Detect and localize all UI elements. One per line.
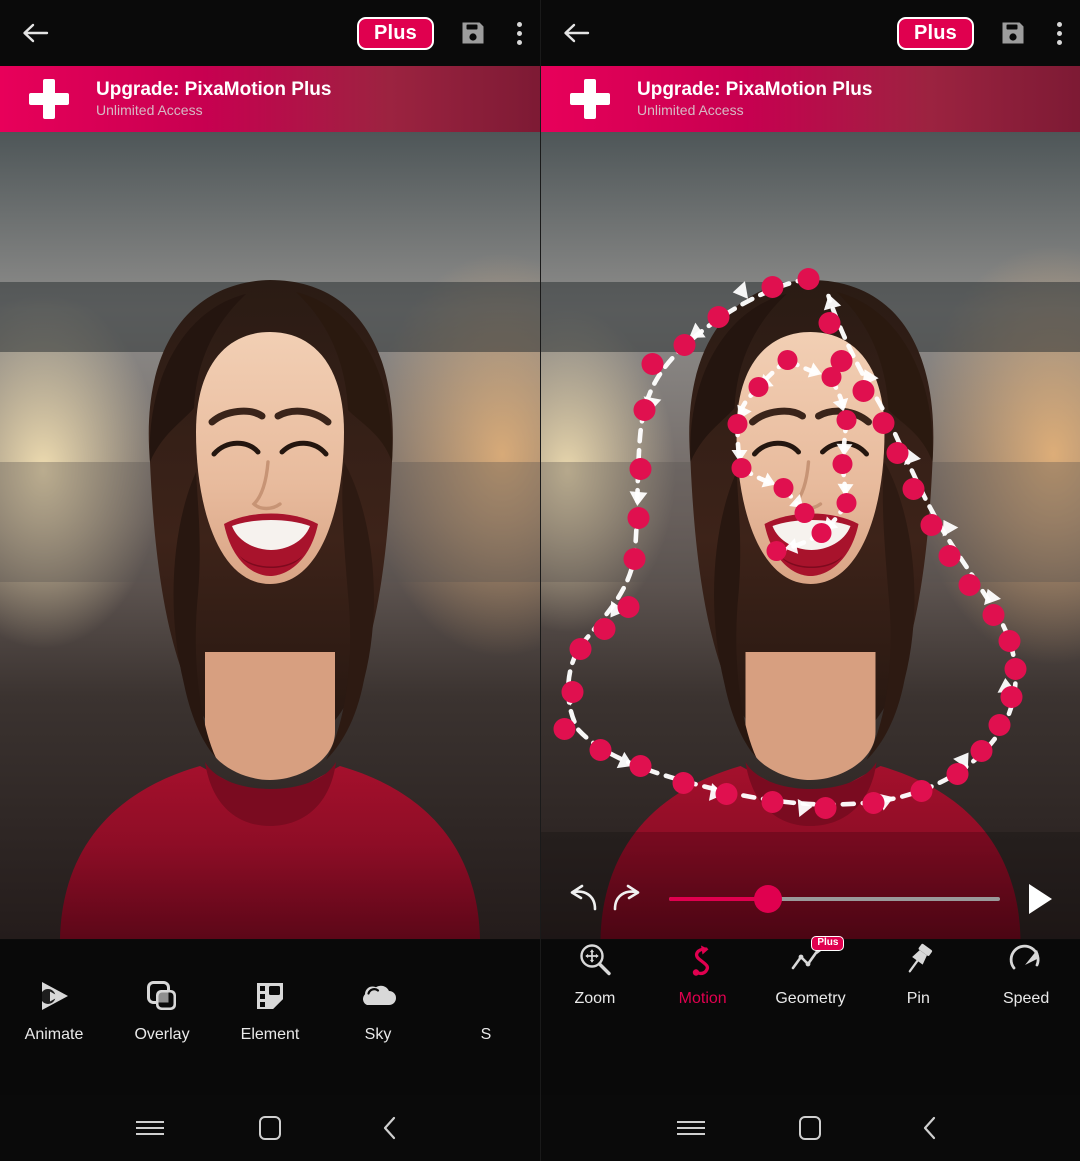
right-app-bar: Plus [541, 0, 1080, 66]
upgrade-banner[interactable]: Upgrade: PixaMotion Plus Unlimited Acces… [0, 66, 540, 132]
nav-recents-icon[interactable] [128, 1106, 172, 1150]
tool-label: Motion [678, 990, 727, 1007]
left-app-bar: Plus [0, 0, 540, 66]
nav-back-icon[interactable] [368, 1106, 412, 1150]
portrait-photo [541, 132, 1080, 939]
tool-zoom[interactable]: Zoom [541, 940, 649, 1007]
left-android-navbar [0, 1095, 540, 1161]
tool-speed[interactable]: Speed [972, 940, 1080, 1007]
tool-geometry[interactable]: Plus Geometry [757, 936, 865, 1007]
undo-icon[interactable] [559, 879, 605, 919]
tool-overlay[interactable]: Overlay [108, 976, 216, 1043]
left-tool-strip: Animate Overlay Element Sky S [0, 940, 540, 1095]
redo-icon[interactable] [605, 879, 651, 919]
nav-home-icon[interactable] [248, 1106, 292, 1150]
slider-thumb[interactable] [754, 885, 783, 913]
plus-upgrade-pill[interactable]: Plus [356, 16, 434, 50]
upgrade-banner[interactable]: Upgrade: PixaMotion Plus Unlimited Acces… [541, 66, 1080, 132]
tool-label: Speed [1002, 990, 1050, 1007]
tool-label: Sky [364, 1026, 392, 1043]
nav-back-icon[interactable] [908, 1106, 952, 1150]
tool-sky[interactable]: Sky [324, 976, 432, 1043]
upgrade-banner-text: Upgrade: PixaMotion Plus Unlimited Acces… [96, 78, 332, 118]
animate-icon [35, 976, 73, 1016]
tool-label: Geometry [775, 990, 846, 1007]
right-tools-row: Zoom Motion Plus Geometry Pin Speed [541, 936, 1080, 1007]
sky-icon [359, 976, 397, 1016]
tool-motion[interactable]: Motion [649, 940, 757, 1007]
nav-recents-icon[interactable] [669, 1106, 713, 1150]
left-panel: Plus Upgrade: PixaMotion Plus Unlimited … [0, 0, 540, 1161]
upgrade-subtitle: Unlimited Access [637, 101, 744, 118]
speed-icon [1007, 940, 1045, 980]
upgrade-title: Upgrade: PixaMotion Plus [96, 78, 332, 100]
tool-label: S [480, 1026, 492, 1043]
plus-upgrade-pill[interactable]: Plus [896, 16, 974, 50]
back-arrow-icon[interactable] [559, 16, 593, 50]
plus-icon [569, 78, 611, 120]
right-panel: Plus Upgrade: PixaMotion Plus Unlimited … [540, 0, 1080, 1161]
element-icon [251, 976, 289, 1016]
plus-icon [28, 78, 70, 120]
upgrade-subtitle: Unlimited Access [96, 101, 203, 118]
tool-pin[interactable]: Pin [864, 940, 972, 1007]
tool-label: Zoom [574, 990, 616, 1007]
right-android-navbar [541, 1095, 1080, 1161]
tool-label: Pin [906, 990, 930, 1007]
play-icon[interactable] [1018, 877, 1062, 921]
playback-controls [541, 877, 1080, 921]
tool-label: Element [240, 1026, 300, 1043]
back-arrow-icon[interactable] [18, 16, 52, 50]
tool-animate[interactable]: Animate [0, 976, 108, 1043]
left-photo-stage[interactable] [0, 132, 540, 939]
left-tools-row: Animate Overlay Element Sky S [0, 976, 540, 1043]
overflow-menu-icon[interactable] [516, 21, 522, 45]
right-photo-stage[interactable] [541, 132, 1080, 939]
nav-home-icon[interactable] [788, 1106, 832, 1150]
motion-arrow-icon [684, 940, 722, 980]
upgrade-banner-text: Upgrade: PixaMotion Plus Unlimited Acces… [637, 78, 873, 118]
dual-screenshot: Plus Upgrade: PixaMotion Plus Unlimited … [0, 0, 1080, 1161]
overlay-icon [143, 976, 181, 1016]
tool-label: Overlay [134, 1026, 190, 1043]
tool-label: Animate [24, 1026, 84, 1043]
pin-icon [899, 940, 937, 980]
geometry-icon: Plus [790, 936, 845, 980]
tool-more-clipped[interactable]: S [432, 976, 540, 1043]
motion-speed-slider[interactable] [669, 882, 1000, 916]
overflow-menu-icon[interactable] [1056, 21, 1062, 45]
save-icon[interactable] [1000, 20, 1026, 46]
right-tool-strip: Zoom Motion Plus Geometry Pin Speed [541, 936, 1080, 1095]
zoom-move-icon [576, 940, 614, 980]
save-icon[interactable] [460, 20, 486, 46]
plus-badge: Plus [811, 936, 845, 951]
upgrade-title: Upgrade: PixaMotion Plus [637, 78, 873, 100]
tool-element[interactable]: Element [216, 976, 324, 1043]
portrait-photo [0, 132, 540, 939]
